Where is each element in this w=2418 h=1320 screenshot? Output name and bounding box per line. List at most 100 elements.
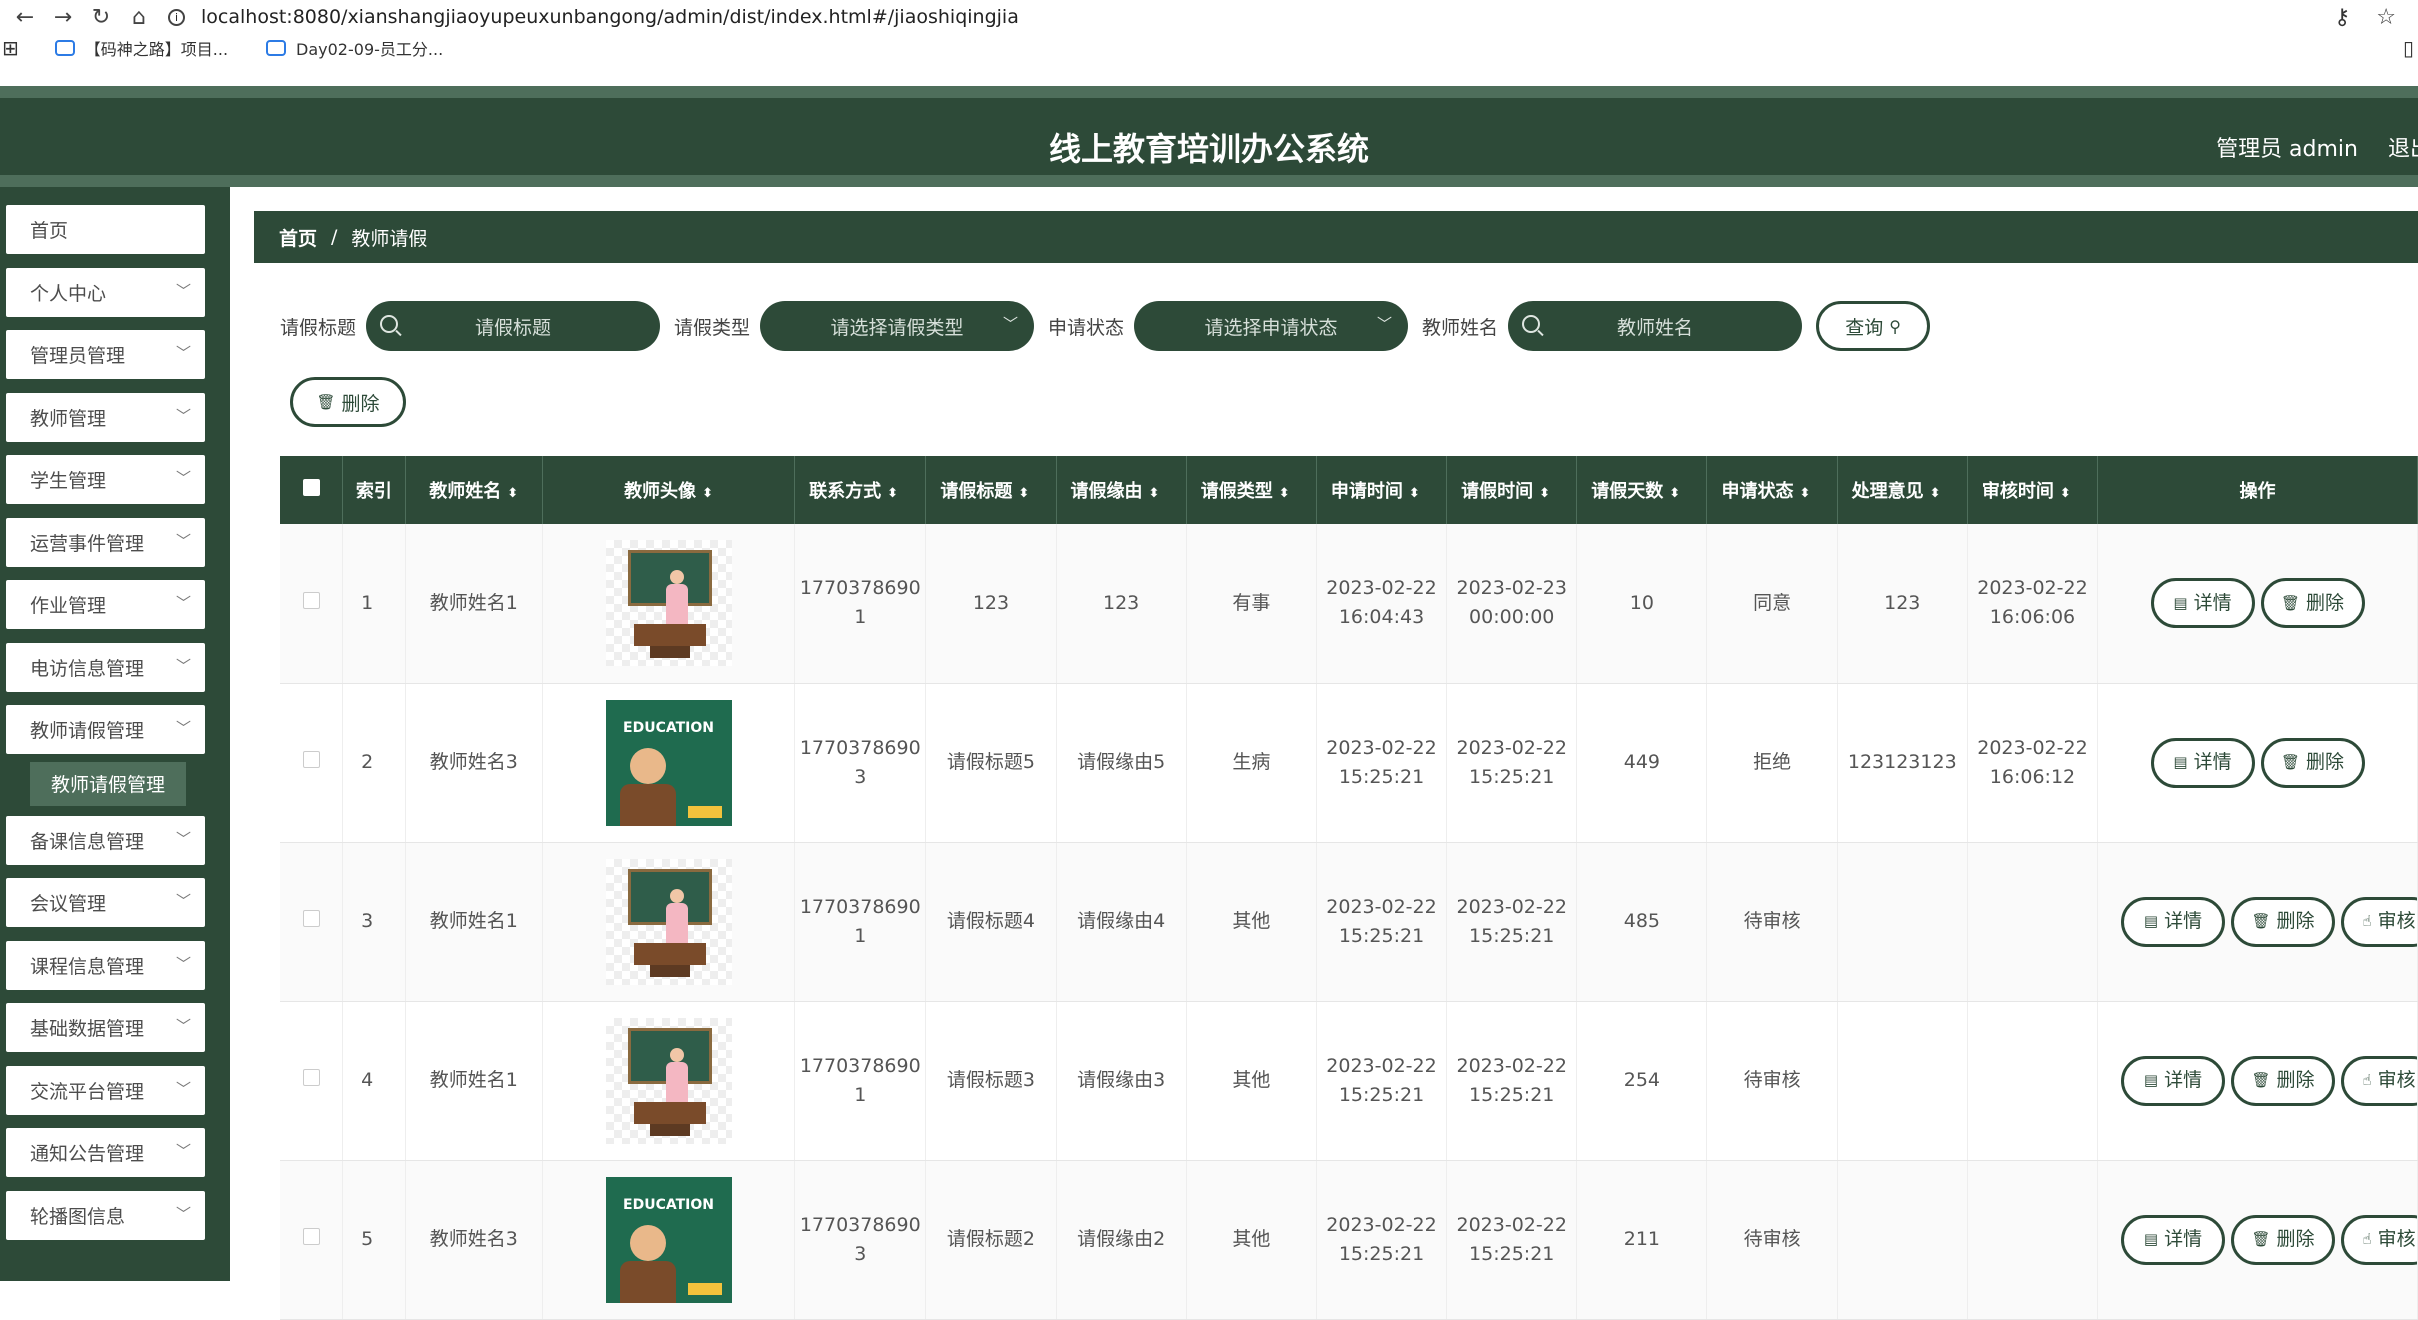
delete-button[interactable]: 🗑 删除 <box>2260 578 2365 629</box>
bilibili-icon <box>54 40 75 56</box>
select-all-checkbox[interactable] <box>280 456 344 524</box>
star-icon[interactable]: ☆ <box>2376 5 2396 30</box>
sidebar-item-base-data[interactable]: 基础数据管理 ﹀ <box>6 1003 205 1052</box>
col-header[interactable]: 教师姓名 ⬍ <box>405 456 543 524</box>
col-header[interactable]: 请假天数 ⬍ <box>1576 456 1708 524</box>
sidebar-item-students[interactable]: 学生管理 ﹀ <box>6 455 205 504</box>
apply-time-cell: 2023-02-22 15:25:21 <box>1316 683 1448 843</box>
detail-button[interactable]: ▤ 详情 <box>2150 737 2255 788</box>
col-header[interactable]: 请假缘由 ⬍ <box>1056 456 1187 524</box>
type-cell: 其他 <box>1186 842 1317 1002</box>
avatar-cell <box>542 1001 796 1161</box>
row-checkbox[interactable] <box>280 683 344 843</box>
title-cell: 请假标题2 <box>925 1160 1057 1320</box>
sidebar-item-meetings[interactable]: 会议管理 ﹀ <box>6 878 205 927</box>
teacher-avatar[interactable] <box>605 858 732 985</box>
apply-time-cell: 2023-02-22 16:04:43 <box>1316 524 1448 684</box>
title-search-input[interactable]: 请假标题 <box>366 301 661 351</box>
audit-button[interactable]: ☝ 审核 <box>2341 1055 2417 1106</box>
bilibili-icon <box>266 40 287 56</box>
col-header[interactable]: 审核时间 ⬍ <box>1967 456 2099 524</box>
delete-button[interactable]: 🗑 删除 <box>2231 1214 2336 1265</box>
sidebar-item-courses[interactable]: 课程信息管理 ﹀ <box>6 940 205 990</box>
breadcrumb: 首页 / 教师请假 <box>254 211 2418 263</box>
folder-icon[interactable]: ▯ <box>2403 36 2418 60</box>
sidebar-item-notices[interactable]: 通知公告管理 ﹀ <box>6 1128 205 1177</box>
logout-link[interactable]: 退出 <box>2388 131 2418 163</box>
sidebar-item-events[interactable]: 运营事件管理 ﹀ <box>6 517 205 567</box>
row-checkbox[interactable] <box>280 524 344 684</box>
sidebar-subitem-teacher-leave[interactable]: 教师请假管理 <box>30 761 186 806</box>
phone-cell: 1770378690 1 <box>794 1001 927 1161</box>
status-select[interactable]: 请选择申请状态 ﹀ <box>1134 301 1409 351</box>
audit-time-cell: 2023-02-22 16:06:06 <box>1967 524 2099 684</box>
apps-grid-icon[interactable]: ⊞ <box>2 36 19 60</box>
row-checkbox[interactable] <box>280 842 344 1002</box>
col-header[interactable]: 请假时间 ⬍ <box>1446 456 1578 524</box>
reason-cell: 请假缘由3 <box>1056 1001 1187 1161</box>
url-text: localhost:8080/xianshangjiaoyupeuxunbang… <box>201 6 1019 28</box>
bookmark-item[interactable]: 【码神之路】项目... <box>54 36 228 60</box>
title-cell: 请假标题3 <box>925 1001 1057 1161</box>
title-filter-label: 请假标题 <box>280 316 357 339</box>
teacher-avatar[interactable]: EDUCATION <box>605 1176 732 1303</box>
bulk-delete-button[interactable]: 🗑 删除 <box>290 377 406 427</box>
document-icon: ▤ <box>2173 593 2188 612</box>
sidebar-item-teacher-leave[interactable]: 教师请假管理 ﹀ <box>6 705 205 754</box>
detail-button[interactable]: ▤ 详情 <box>2150 578 2255 629</box>
col-header[interactable]: 联系方式 ⬍ <box>794 456 927 524</box>
detail-button[interactable]: ▤ 详情 <box>2121 896 2226 947</box>
sidebar-item-carousel[interactable]: 轮播图信息 ﹀ <box>6 1190 205 1240</box>
sidebar-item-home[interactable]: 首页 <box>6 205 205 254</box>
teacher-avatar[interactable] <box>605 540 732 667</box>
leave-type-select[interactable]: 请选择请假类型 ﹀ <box>760 301 1035 351</box>
actions-cell: ▤ 详情 🗑 删除 <box>2097 683 2418 843</box>
sidebar-item-homework[interactable]: 作业管理 ﹀ <box>6 580 205 629</box>
sidebar-item-calls[interactable]: 电访信息管理 ﹀ <box>6 642 205 692</box>
leave-time-cell: 2023-02-22 15:25:21 <box>1446 842 1578 1002</box>
bookmark-item[interactable]: Day02-09-员工分... <box>266 36 443 60</box>
delete-button[interactable]: 🗑 删除 <box>2260 737 2365 788</box>
delete-button[interactable]: 🗑 删除 <box>2231 1055 2336 1106</box>
detail-button[interactable]: ▤ 详情 <box>2121 1055 2226 1106</box>
col-header[interactable]: 处理意见 ⬍ <box>1837 456 1968 524</box>
home-icon[interactable]: ⌂ <box>120 5 158 30</box>
row-checkbox[interactable] <box>280 1160 344 1320</box>
col-header[interactable]: 请假标题 ⬍ <box>925 456 1057 524</box>
teacher-avatar[interactable]: EDUCATION <box>605 699 732 826</box>
detail-button[interactable]: ▤ 详情 <box>2121 1214 2226 1265</box>
col-header[interactable]: 申请时间 ⬍ <box>1316 456 1448 524</box>
sidebar-item-profile[interactable]: 个人中心 ﹀ <box>6 267 205 317</box>
sidebar-item-forum[interactable]: 交流平台管理 ﹀ <box>6 1065 205 1115</box>
reason-cell: 请假缘由4 <box>1056 842 1187 1002</box>
chevron-down-icon: ﹀ <box>175 829 191 848</box>
teacher-name-input[interactable]: 教师姓名 <box>1508 301 1803 351</box>
query-button[interactable]: 查询 ⚲ <box>1816 301 1931 351</box>
col-header[interactable]: 教师头像 ⬍ <box>542 456 796 524</box>
col-header[interactable]: 申请状态 ⬍ <box>1706 456 1838 524</box>
delete-button[interactable]: 🗑 删除 <box>2231 896 2336 947</box>
chevron-down-icon: ﹀ <box>175 1017 191 1035</box>
sidebar-item-admins[interactable]: 管理员管理 ﹀ <box>6 330 205 379</box>
forward-icon[interactable]: → <box>44 5 82 30</box>
key-icon[interactable]: ⚷ <box>2334 5 2350 30</box>
type-cell: 其他 <box>1186 1001 1317 1161</box>
back-icon[interactable]: ← <box>6 5 44 30</box>
trash-icon: 🗑 <box>316 393 336 411</box>
sidebar-item-teachers[interactable]: 教师管理 ﹀ <box>6 392 205 442</box>
address-bar[interactable]: i localhost:8080/xianshangjiaoyupeuxunba… <box>168 6 1019 28</box>
reload-icon[interactable]: ↻ <box>82 5 120 30</box>
col-header: 索引 <box>342 456 406 524</box>
breadcrumb-home[interactable]: 首页 <box>279 224 317 251</box>
col-header[interactable]: 请假类型 ⬍ <box>1186 456 1317 524</box>
sidebar-item-lesson-prep[interactable]: 备课信息管理 ﹀ <box>6 815 205 865</box>
teacher-avatar[interactable] <box>605 1017 732 1144</box>
row-checkbox[interactable] <box>280 1001 344 1161</box>
audit-button[interactable]: ☝ 审核 <box>2341 896 2417 947</box>
breadcrumb-separator: / <box>331 226 338 248</box>
info-icon[interactable]: i <box>168 8 185 26</box>
apply-time-cell: 2023-02-22 15:25:21 <box>1316 1001 1448 1161</box>
apply-time-cell: 2023-02-22 15:25:21 <box>1316 1160 1448 1320</box>
document-icon: ▤ <box>2143 1230 2159 1248</box>
audit-button[interactable]: ☝ 审核 <box>2341 1214 2417 1265</box>
